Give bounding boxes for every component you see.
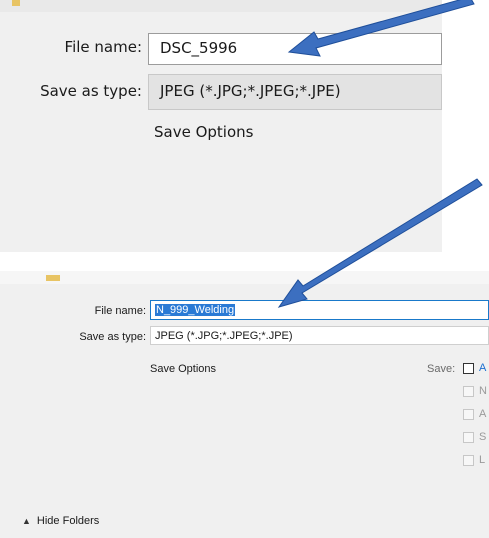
- chevron-up-icon: ▲: [22, 516, 31, 526]
- file-name-input[interactable]: DSC_5996: [148, 33, 442, 65]
- save-checkbox-1-label: A: [479, 362, 487, 374]
- save-checkbox-2[interactable]: [463, 386, 474, 397]
- save-as-type-label: Save as type:: [40, 82, 142, 100]
- hide-folders-label: Hide Folders: [36, 515, 100, 527]
- save-checkbox-4-label: S: [479, 431, 487, 443]
- save-as-type-select[interactable]: JPEG (*.JPG;*.JPEG;*.JPE): [148, 74, 442, 110]
- bottom-save-dialog: [0, 284, 489, 538]
- save-options-link[interactable]: Save Options: [154, 123, 253, 141]
- file-name-input[interactable]: N_999_Welding: [150, 300, 489, 320]
- bottom-dialog-cropped-edge: [0, 271, 489, 284]
- save-checkbox-5-label: L: [479, 454, 486, 466]
- hide-folders-button[interactable]: ▲ Hide Folders: [22, 515, 99, 527]
- save-checkbox-1[interactable]: [463, 363, 474, 374]
- save-label: Save:: [427, 363, 456, 375]
- save-checkbox-3-label: A: [479, 408, 487, 420]
- top-dialog-cropped-edge: [0, 0, 442, 12]
- save-as-type-label: Save as type:: [79, 331, 146, 343]
- save-checkbox-2-label: N: [479, 385, 487, 397]
- save-checkbox-5[interactable]: [463, 455, 474, 466]
- folder-icon: [46, 275, 60, 281]
- file-name-label: File name:: [64, 38, 142, 56]
- save-as-type-select[interactable]: JPEG (*.JPG;*.JPEG;*.JPE): [150, 326, 489, 345]
- file-name-label: File name:: [94, 305, 146, 317]
- save-options-link[interactable]: Save Options: [150, 363, 216, 375]
- save-checkbox-3[interactable]: [463, 409, 474, 420]
- file-name-selected-text: N_999_Welding: [155, 304, 236, 316]
- save-checkbox-4[interactable]: [463, 432, 474, 443]
- folder-icon: [12, 0, 20, 6]
